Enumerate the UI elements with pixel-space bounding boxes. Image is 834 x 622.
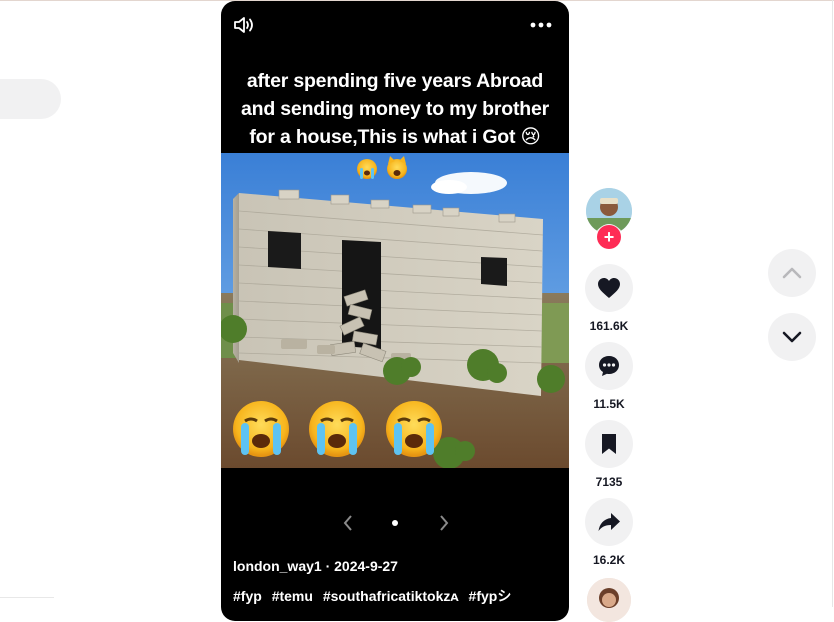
save-count: 7135 — [595, 475, 623, 489]
like-button[interactable] — [585, 264, 633, 312]
hashtag-link[interactable]: #fyp — [233, 588, 262, 604]
hashtag-link[interactable]: #southafricatiktokᴢᴀ — [323, 588, 459, 604]
hashtag-list: #fyp #temu #southafricatiktokᴢᴀ #fypシ — [233, 586, 517, 606]
comment-icon — [599, 356, 619, 376]
sob-emoji — [357, 159, 377, 179]
caption-line: for a house,This is what i Got 😢 — [249, 126, 541, 148]
save-button[interactable] — [585, 420, 633, 468]
video-player[interactable]: after spending five years Abroad and sen… — [221, 1, 569, 621]
follow-button[interactable]: + — [597, 225, 621, 249]
sidebar-search-pill[interactable] — [0, 79, 61, 119]
caption-line: after spending five years Abroad — [246, 70, 544, 92]
like-count: 161.6K — [589, 319, 629, 333]
share-icon — [598, 513, 620, 531]
next-video-button[interactable] — [768, 313, 816, 361]
volume-icon[interactable] — [229, 13, 259, 37]
chevron-right-icon[interactable] — [432, 509, 456, 537]
share-count: 16.2K — [592, 553, 626, 567]
post-date: 2024-9-27 — [334, 558, 398, 574]
sound-avatar[interactable] — [587, 578, 631, 622]
weary-cat-emoji — [387, 156, 407, 179]
hashtag-link[interactable]: #temu — [272, 588, 313, 604]
comment-count: 11.5K — [593, 397, 625, 411]
caption-line: and sending money to my brother — [241, 98, 549, 120]
right-divider — [832, 0, 833, 607]
video-caption: after spending five years Abroad and sen… — [221, 67, 569, 151]
comment-button[interactable] — [585, 342, 633, 390]
chevron-left-icon[interactable] — [336, 509, 360, 537]
author-name[interactable]: london_way1 — [233, 558, 322, 574]
heart-icon — [598, 278, 620, 298]
chevron-up-icon — [782, 267, 802, 279]
more-icon[interactable] — [525, 13, 557, 37]
video-meta: london_way1 · 2024-9-27 — [233, 558, 398, 574]
bookmark-icon — [602, 434, 616, 454]
share-button[interactable] — [585, 498, 633, 546]
slide-indicator-dot[interactable] — [392, 520, 398, 526]
hashtag-link[interactable]: #fypシ — [469, 588, 512, 604]
previous-video-button[interactable] — [768, 249, 816, 297]
meta-separator: · — [321, 558, 335, 574]
video-frame-image — [221, 153, 569, 468]
sidebar-divider — [0, 597, 54, 598]
crying-face-emoji — [233, 401, 442, 457]
chevron-down-icon — [782, 331, 802, 343]
